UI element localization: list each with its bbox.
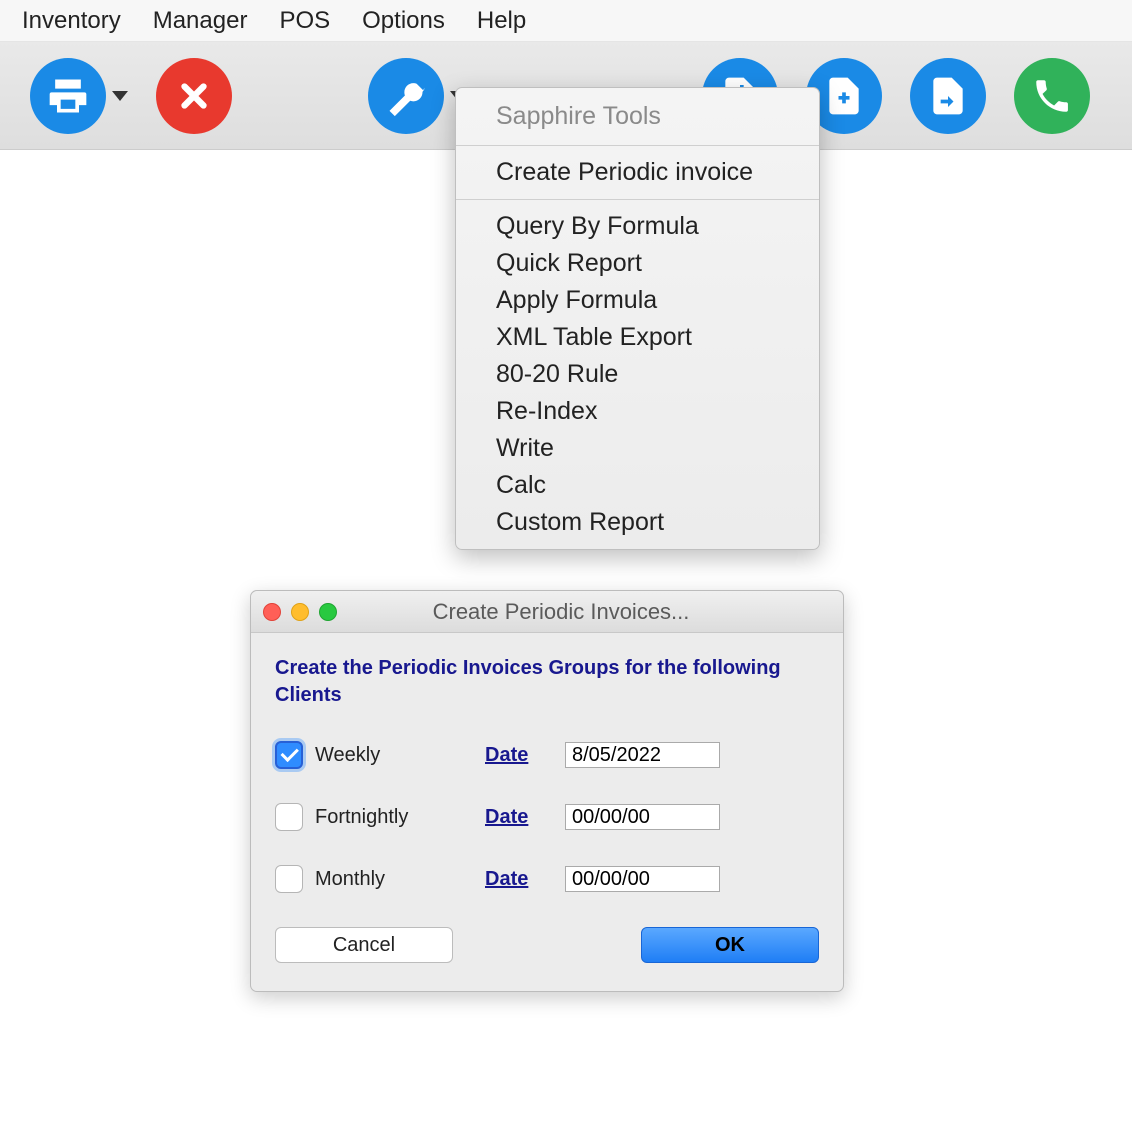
fortnightly-date-label[interactable]: Date	[485, 806, 565, 829]
chevron-down-icon[interactable]	[112, 91, 128, 101]
wrench-icon	[384, 74, 428, 118]
monthly-label: Monthly	[315, 868, 485, 891]
monthly-checkbox[interactable]	[275, 865, 303, 893]
dialog-heading: Create the Periodic Invoices Groups for …	[275, 655, 819, 709]
traffic-lights	[263, 603, 337, 621]
tools-button[interactable]	[368, 58, 444, 134]
fortnightly-checkbox[interactable]	[275, 803, 303, 831]
cancel-button[interactable]: Cancel	[275, 927, 453, 963]
doc-add-icon	[822, 74, 866, 118]
dropdown-section: Create Periodic invoice	[456, 146, 819, 200]
dialog-titlebar[interactable]: Create Periodic Invoices...	[251, 591, 843, 633]
weekly-checkbox[interactable]	[275, 741, 303, 769]
doc-out-icon	[926, 74, 970, 118]
doc-out-button[interactable]	[910, 58, 986, 134]
fortnightly-label: Fortnightly	[315, 806, 485, 829]
monthly-date-input[interactable]	[565, 866, 720, 892]
window-close-button[interactable]	[263, 603, 281, 621]
create-periodic-invoices-dialog: Create Periodic Invoices... Create the P…	[250, 590, 844, 992]
dropdown-header: Sapphire Tools	[456, 88, 819, 146]
weekly-date-label[interactable]: Date	[485, 744, 565, 767]
option-weekly-row: Weekly Date	[275, 741, 819, 769]
window-zoom-button[interactable]	[319, 603, 337, 621]
menu-item-xml-table-export[interactable]: XML Table Export	[456, 319, 819, 356]
menu-options[interactable]: Options	[346, 3, 461, 39]
menu-item-create-periodic-invoice[interactable]: Create Periodic invoice	[456, 146, 819, 199]
print-button-group[interactable]	[30, 58, 128, 134]
print-button[interactable]	[30, 58, 106, 134]
phone-button[interactable]	[1014, 58, 1090, 134]
window-minimize-button[interactable]	[291, 603, 309, 621]
dialog-title: Create Periodic Invoices...	[361, 599, 761, 625]
dialog-body: Create the Periodic Invoices Groups for …	[251, 633, 843, 991]
menu-manager[interactable]: Manager	[137, 3, 264, 39]
dialog-buttons: Cancel OK	[275, 927, 819, 963]
option-fortnightly-row: Fortnightly Date	[275, 803, 819, 831]
weekly-label: Weekly	[315, 744, 485, 767]
print-icon	[46, 74, 90, 118]
weekly-date-input[interactable]	[565, 742, 720, 768]
tools-button-group[interactable]	[368, 58, 466, 134]
menu-item-calc[interactable]: Calc	[456, 467, 819, 504]
close-icon	[175, 77, 213, 115]
menu-inventory[interactable]: Inventory	[6, 3, 137, 39]
tools-dropdown: Sapphire Tools Create Periodic invoice Q…	[455, 87, 820, 550]
close-button[interactable]	[156, 58, 232, 134]
menu-item-custom-report[interactable]: Custom Report	[456, 504, 819, 549]
menu-pos[interactable]: POS	[263, 3, 346, 39]
menu-item-query-by-formula[interactable]: Query By Formula	[456, 200, 819, 245]
monthly-date-label[interactable]: Date	[485, 868, 565, 891]
menubar: Inventory Manager POS Options Help	[0, 0, 1132, 42]
menu-item-write[interactable]: Write	[456, 430, 819, 467]
ok-button[interactable]: OK	[641, 927, 819, 963]
menu-item-quick-report[interactable]: Quick Report	[456, 245, 819, 282]
menu-item-re-index[interactable]: Re-Index	[456, 393, 819, 430]
menu-help[interactable]: Help	[461, 3, 542, 39]
menu-item-apply-formula[interactable]: Apply Formula	[456, 282, 819, 319]
fortnightly-date-input[interactable]	[565, 804, 720, 830]
menu-item-80-20-rule[interactable]: 80-20 Rule	[456, 356, 819, 393]
dropdown-section: Query By Formula Quick Report Apply Form…	[456, 200, 819, 549]
option-monthly-row: Monthly Date	[275, 865, 819, 893]
phone-icon	[1031, 75, 1073, 117]
